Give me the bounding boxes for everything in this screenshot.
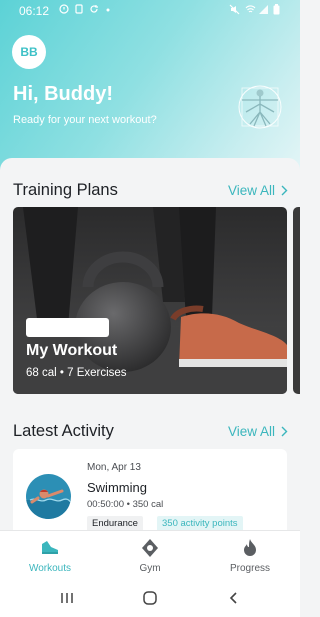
recent-apps-button[interactable] bbox=[56, 588, 78, 608]
swimmer-image bbox=[26, 474, 71, 519]
flame-icon bbox=[244, 539, 256, 556]
greeting-subtitle: Ready for your next workout? bbox=[13, 114, 157, 126]
training-plan-card[interactable]: My Workout 68 cal • 7 Exercises bbox=[13, 207, 287, 394]
view-all-label: View All bbox=[227, 424, 275, 439]
tab-workouts-label: Workouts bbox=[28, 563, 72, 574]
activity-card[interactable]: Mon, Apr 13 Swimming 00:50:00 • 350 cal … bbox=[13, 449, 287, 530]
plan-name: My Workout bbox=[26, 342, 118, 359]
location-pin-icon bbox=[142, 539, 158, 557]
greeting-title: Hi, Buddy! bbox=[13, 83, 113, 105]
status-bar: 06:12 bbox=[0, 0, 300, 22]
tab-workouts[interactable]: Workouts bbox=[0, 531, 100, 581]
chevron-right-icon bbox=[281, 185, 288, 196]
plan-badge bbox=[26, 318, 109, 337]
training-plans-view-all[interactable]: View All bbox=[228, 183, 288, 198]
main-content: Training Plans View All My Workout 68 ca… bbox=[0, 158, 300, 530]
recent-apps-icon bbox=[61, 593, 73, 603]
home-icon bbox=[143, 591, 157, 605]
system-nav-bar bbox=[0, 580, 300, 617]
sync-icon bbox=[90, 5, 98, 13]
latest-activity-title: Latest Activity bbox=[13, 422, 114, 440]
activity-date: Mon, Apr 13 bbox=[87, 462, 141, 473]
view-all-label: View All bbox=[227, 183, 275, 198]
training-plans-title: Training Plans bbox=[13, 181, 118, 199]
swimming-thumbnail bbox=[26, 474, 71, 519]
mute-icon bbox=[229, 4, 240, 15]
activity-tag-points: 350 activity points bbox=[157, 516, 243, 530]
activity-name: Swimming bbox=[87, 480, 147, 495]
home-button[interactable] bbox=[139, 588, 161, 608]
tab-gym-label: Gym bbox=[139, 563, 161, 574]
battery-icon bbox=[273, 4, 280, 15]
tab-progress-label: Progress bbox=[229, 563, 270, 574]
sneaker-icon bbox=[42, 541, 58, 554]
latest-activity-view-all[interactable]: View All bbox=[228, 424, 288, 439]
clipboard-icon bbox=[75, 4, 83, 14]
back-icon bbox=[229, 592, 237, 604]
plan-meta: 68 cal • 7 Exercises bbox=[26, 367, 127, 379]
activity-stats: 00:50:00 • 350 cal bbox=[87, 499, 164, 510]
avatar[interactable]: BB bbox=[12, 35, 46, 69]
training-plan-card-next[interactable] bbox=[293, 207, 300, 394]
vitruvian-man-icon bbox=[238, 85, 282, 129]
tab-gym[interactable]: Gym bbox=[100, 531, 200, 581]
tab-progress[interactable]: Progress bbox=[200, 531, 300, 581]
signal-icon bbox=[259, 5, 268, 14]
chevron-right-icon bbox=[281, 426, 288, 437]
bottom-tab-bar: Workouts Gym Progress bbox=[0, 530, 300, 580]
notification-icon bbox=[59, 4, 69, 14]
dot-icon bbox=[106, 8, 110, 12]
back-button[interactable] bbox=[223, 588, 245, 608]
wifi-icon bbox=[245, 5, 256, 13]
status-time: 06:12 bbox=[19, 4, 50, 18]
kettlebell-photo bbox=[13, 207, 287, 394]
activity-tag-endurance: Endurance bbox=[87, 516, 143, 530]
